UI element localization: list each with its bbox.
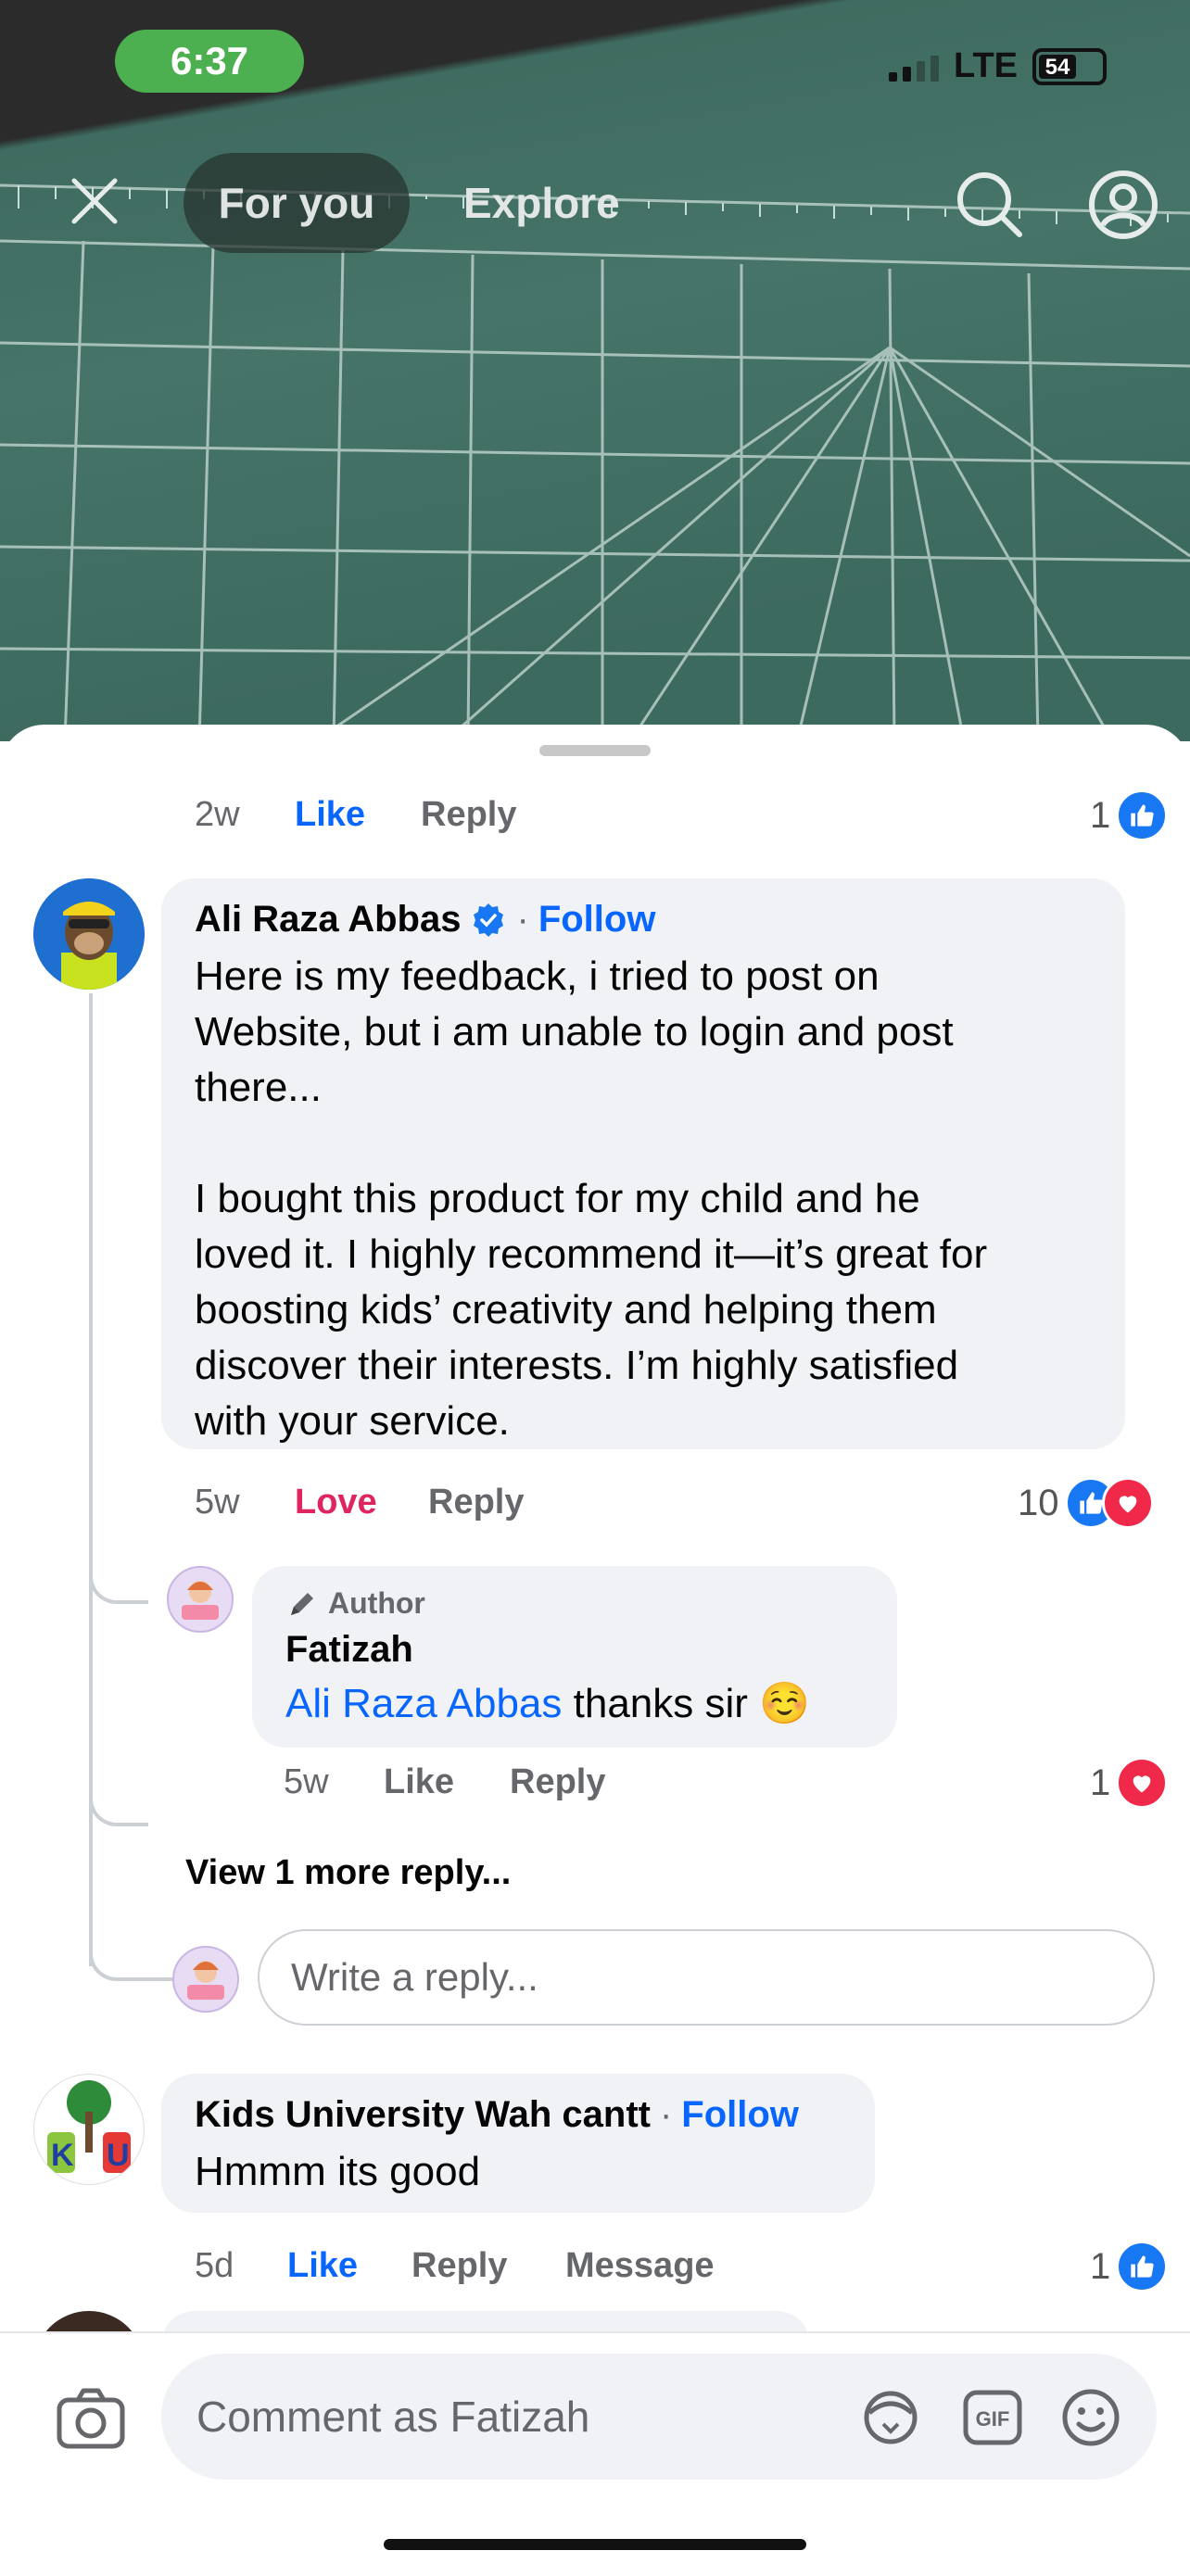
gif-icon[interactable]: GIF (960, 2385, 1025, 2450)
reply-button[interactable]: Reply (411, 2246, 507, 2286)
close-icon[interactable] (67, 173, 122, 229)
reaction-count-number: 1 (1090, 2245, 1111, 2287)
love-reaction-icon (1101, 1477, 1154, 1529)
comment-line: discover their interests. I’m highly sat… (195, 1343, 959, 1388)
like-reaction-icon (1116, 789, 1169, 841)
comment-line: boosting kids’ creativity and helping th… (195, 1287, 937, 1332)
camera-icon[interactable] (54, 2381, 128, 2456)
separator-dot: · (516, 899, 529, 940)
comment-bubble[interactable]: Kids University Wah cantt · Follow Hmmm … (161, 2074, 875, 2213)
comment-author[interactable]: Ali Raza Abbas (195, 899, 461, 941)
author-badge: Author (285, 1586, 425, 1621)
avatar-sticker-icon[interactable] (858, 2385, 923, 2450)
svg-text:K: K (51, 2138, 74, 2173)
video-background (0, 0, 1190, 741)
comment-author[interactable]: Kids University Wah cantt (195, 2094, 651, 2136)
view-more-replies-link[interactable]: View 1 more reply... (185, 1853, 511, 1893)
thread-branch (89, 1781, 148, 1826)
battery-level: 54 (1039, 54, 1076, 80)
battery-icon: 54 (1032, 47, 1107, 85)
comment-text: Hmmm its good (195, 2149, 481, 2194)
thread-branch (89, 1559, 148, 1604)
svg-text:U: U (107, 2138, 130, 2173)
reply-bubble[interactable]: Author Fatizah Ali Raza Abbas thanks sir… (252, 1566, 897, 1748)
reaction-count[interactable]: 1 (1090, 2241, 1169, 2292)
pencil-icon (291, 1592, 313, 1615)
emoji-icon[interactable] (1058, 2385, 1123, 2450)
home-indicator (384, 2539, 806, 2550)
search-icon[interactable] (953, 168, 1027, 242)
comment-time: 2w (195, 795, 240, 834)
tab-for-you[interactable]: For you (184, 153, 410, 253)
thread-line (89, 993, 93, 1966)
reaction-count-number: 1 (1090, 794, 1111, 836)
comment-line: with your service. (195, 1398, 510, 1444)
comment-time: 5d (195, 2246, 234, 2285)
sheet-drag-handle[interactable] (539, 745, 651, 756)
write-reply-input[interactable]: Write a reply... (258, 1929, 1155, 2026)
comment-composer-bar: Comment as Fatizah GIF (0, 2331, 1190, 2576)
svg-text:GIF: GIF (976, 2407, 1010, 2431)
separator-dot: · (659, 2094, 673, 2135)
status-indicators: LTE 54 (889, 46, 1107, 86)
comment-line: there... (195, 1065, 322, 1110)
status-time: 6:37 (115, 30, 304, 93)
reply-button[interactable]: Reply (421, 795, 516, 835)
reaction-count-number: 10 (1018, 1482, 1059, 1523)
mention-link[interactable]: Ali Raza Abbas (285, 1681, 562, 1726)
reply-button[interactable]: Reply (428, 1483, 524, 1522)
like-button[interactable]: Like (287, 2246, 358, 2286)
cutting-mat-image (0, 183, 1190, 741)
comment-input[interactable]: Comment as Fatizah GIF (161, 2354, 1157, 2480)
reply-button[interactable]: Reply (510, 1762, 605, 1802)
thread-branch (89, 1929, 176, 1981)
network-label: LTE (954, 46, 1018, 85)
like-reaction-icon (1116, 2241, 1169, 2292)
love-reaction-icon (1116, 1757, 1169, 1809)
comment-text: Here is my feedback, i tried to post on … (195, 949, 1112, 1449)
comment-line: I bought this product for my child and h… (195, 1176, 920, 1221)
reply-author[interactable]: Fatizah (285, 1629, 413, 1671)
love-button[interactable]: Love (295, 1483, 377, 1522)
follow-button[interactable]: Follow (538, 899, 656, 941)
verified-badge-icon (474, 903, 504, 937)
comments-sheet: 2w Like Reply 1 Ali Raza Abbas · Follow … (0, 725, 1190, 2574)
reply-text: Ali Raza Abbas thanks sir ☺️ (285, 1679, 810, 1727)
reply-body: thanks sir ☺️ (573, 1681, 810, 1726)
comment-line: loved it. I highly recommend it—it’s gre… (195, 1231, 988, 1277)
like-button[interactable]: Like (384, 1762, 454, 1802)
follow-button[interactable]: Follow (681, 2094, 799, 2136)
comment-line: Here is my feedback, i tried to post on (195, 953, 880, 999)
author-badge-label: Author (328, 1586, 425, 1620)
avatar[interactable] (167, 1566, 234, 1633)
like-button[interactable]: Like (295, 795, 365, 835)
avatar (172, 1946, 239, 2013)
comment-time: 5w (195, 1483, 240, 1522)
reaction-count[interactable]: 10 (1018, 1477, 1154, 1529)
reaction-count[interactable]: 1 (1090, 1757, 1169, 1809)
profile-icon[interactable] (1086, 168, 1160, 242)
reply-time: 5w (284, 1762, 329, 1801)
comment-input-placeholder: Comment as Fatizah (196, 2393, 590, 2441)
comment-line (195, 1116, 1112, 1171)
avatar[interactable]: K U (33, 2074, 145, 2185)
avatar[interactable] (33, 878, 145, 990)
message-button[interactable]: Message (565, 2246, 715, 2286)
reaction-count[interactable]: 1 (1090, 789, 1169, 841)
comment-bubble[interactable]: Ali Raza Abbas · Follow Here is my feedb… (161, 878, 1125, 1449)
comment-line: Website, but i am unable to login and po… (195, 1009, 954, 1054)
top-nav: For you Explore (0, 153, 1190, 255)
tab-explore[interactable]: Explore (463, 153, 620, 253)
signal-icon (889, 52, 940, 82)
reaction-count-number: 1 (1090, 1762, 1111, 1803)
